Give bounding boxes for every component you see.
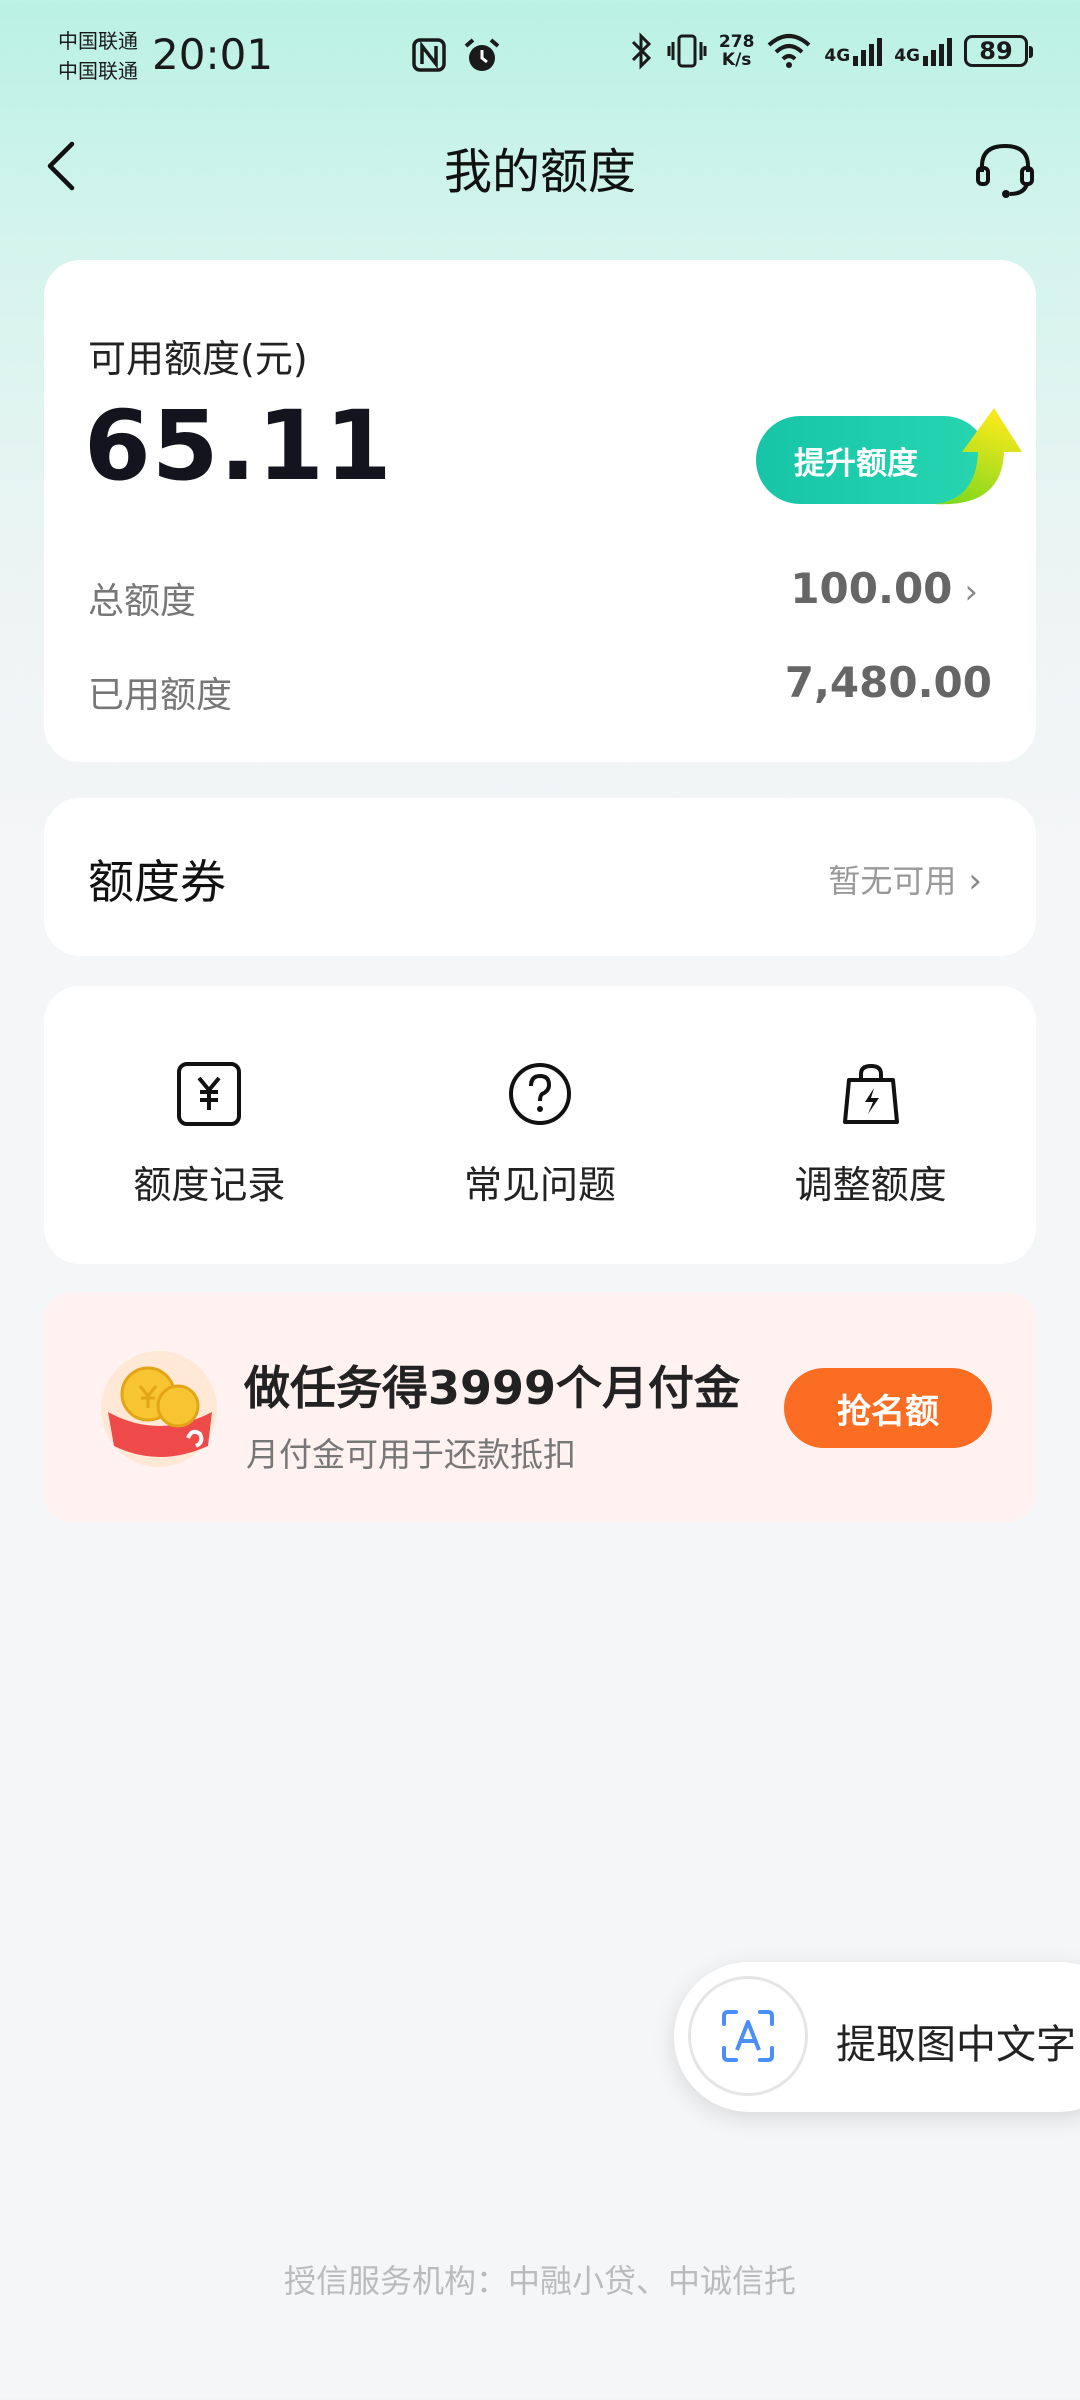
total-quota-label: 总额度 <box>88 581 197 622</box>
coin-pouch-icon <box>101 1351 217 1467</box>
signal-1-label: 4G <box>824 46 851 66</box>
up-arrow-icon <box>934 408 1022 505</box>
clock: 20:01 <box>152 30 274 79</box>
alarm-icon <box>464 38 500 71</box>
signal-bars-icon <box>923 38 952 66</box>
total-quota-value-row[interactable]: 100.00 › <box>790 564 978 613</box>
customer-service-icon[interactable] <box>974 138 1036 200</box>
menu-label-faq: 常见问题 <box>464 1163 617 1207</box>
signal-1: 4G <box>824 36 883 66</box>
text-scan-icon <box>722 2010 774 2062</box>
carrier-info: 中国联通 中国联通 <box>58 26 138 86</box>
page-title: 我的额度 <box>443 144 636 200</box>
bluetooth-icon <box>631 32 652 70</box>
signal-2-label: 4G <box>894 46 920 66</box>
yen-record-icon <box>177 1062 242 1126</box>
quick-menu: 额度记录 常见问题 调整额度 <box>44 986 1036 1264</box>
extract-text-floating-button[interactable]: 提取图中文字 <box>674 1962 1080 2112</box>
quota-coupon-row[interactable]: 额度券 暂无可用 › <box>44 798 1036 956</box>
chevron-right-icon: › <box>964 572 978 612</box>
raise-quota-label: 提升额度 <box>794 445 918 482</box>
status-icons-left <box>410 36 502 76</box>
signal-2: 4G <box>894 36 952 66</box>
quota-coupon-status: 暂无可用 › <box>828 856 982 902</box>
status-icons-right: 278 K/s 4G 4G 89 <box>629 32 1033 70</box>
used-quota-label: 已用额度 <box>88 675 233 716</box>
quota-coupon-title: 额度券 <box>88 855 226 909</box>
total-quota-value: 100.00 <box>790 564 953 613</box>
available-quota-label: 可用额度(元) <box>88 337 308 381</box>
carrier-2: 中国联通 <box>58 59 138 83</box>
used-quota-value: 7,480.00 <box>784 658 992 707</box>
vibrate-icon <box>667 34 707 68</box>
signal-bars-icon <box>853 38 883 66</box>
quota-card: 可用额度(元) 65.11 提升额度 总额度 100.00 › 已用额度 7,48… <box>44 260 1036 762</box>
menu-label-quota-record: 额度记录 <box>133 1163 286 1207</box>
question-circle-icon <box>509 1063 571 1125</box>
wifi-icon <box>768 34 811 68</box>
status-bar: 中国联通 中国联通 20:01 278 K/s 4G 4G 89 <box>0 0 1080 120</box>
credit-institution-note: 授信服务机构：中融小贷、中诚信托 <box>283 2262 796 2300</box>
network-speed: 278 K/s <box>719 33 755 69</box>
shopping-bag-lightning-icon <box>842 1063 899 1124</box>
grab-slot-button[interactable]: 抢名额 <box>784 1368 992 1448</box>
extract-text-label: 提取图中文字 <box>836 2022 1076 2068</box>
battery-indicator: 89 <box>964 35 1033 67</box>
promo-subtitle: 月付金可用于还款抵扣 <box>246 1435 576 1474</box>
menu-item-quota-record[interactable]: 额度记录 <box>44 986 375 1264</box>
quota-coupon-status-text: 暂无可用 <box>828 862 957 900</box>
carrier-1: 中国联通 <box>58 29 138 53</box>
header: 我的额度 <box>0 120 1080 210</box>
network-speed-value: 278 <box>718 32 755 52</box>
network-speed-unit: K/s <box>721 50 752 70</box>
nfc-icon <box>412 38 446 72</box>
menu-item-faq[interactable]: 常见问题 <box>375 986 706 1264</box>
float-icon-wrap <box>688 1976 808 2096</box>
menu-label-adjust-quota: 调整额度 <box>794 1163 947 1207</box>
promo-banner[interactable]: 做任务得3999个月付金 月付金可用于还款抵扣 抢名额 <box>44 1292 1036 1522</box>
menu-item-adjust-quota[interactable]: 调整额度 <box>705 986 1036 1264</box>
chevron-right-icon: › <box>968 861 982 901</box>
promo-title: 做任务得3999个月付金 <box>244 1361 741 1415</box>
available-quota-value: 65.11 <box>84 390 393 502</box>
